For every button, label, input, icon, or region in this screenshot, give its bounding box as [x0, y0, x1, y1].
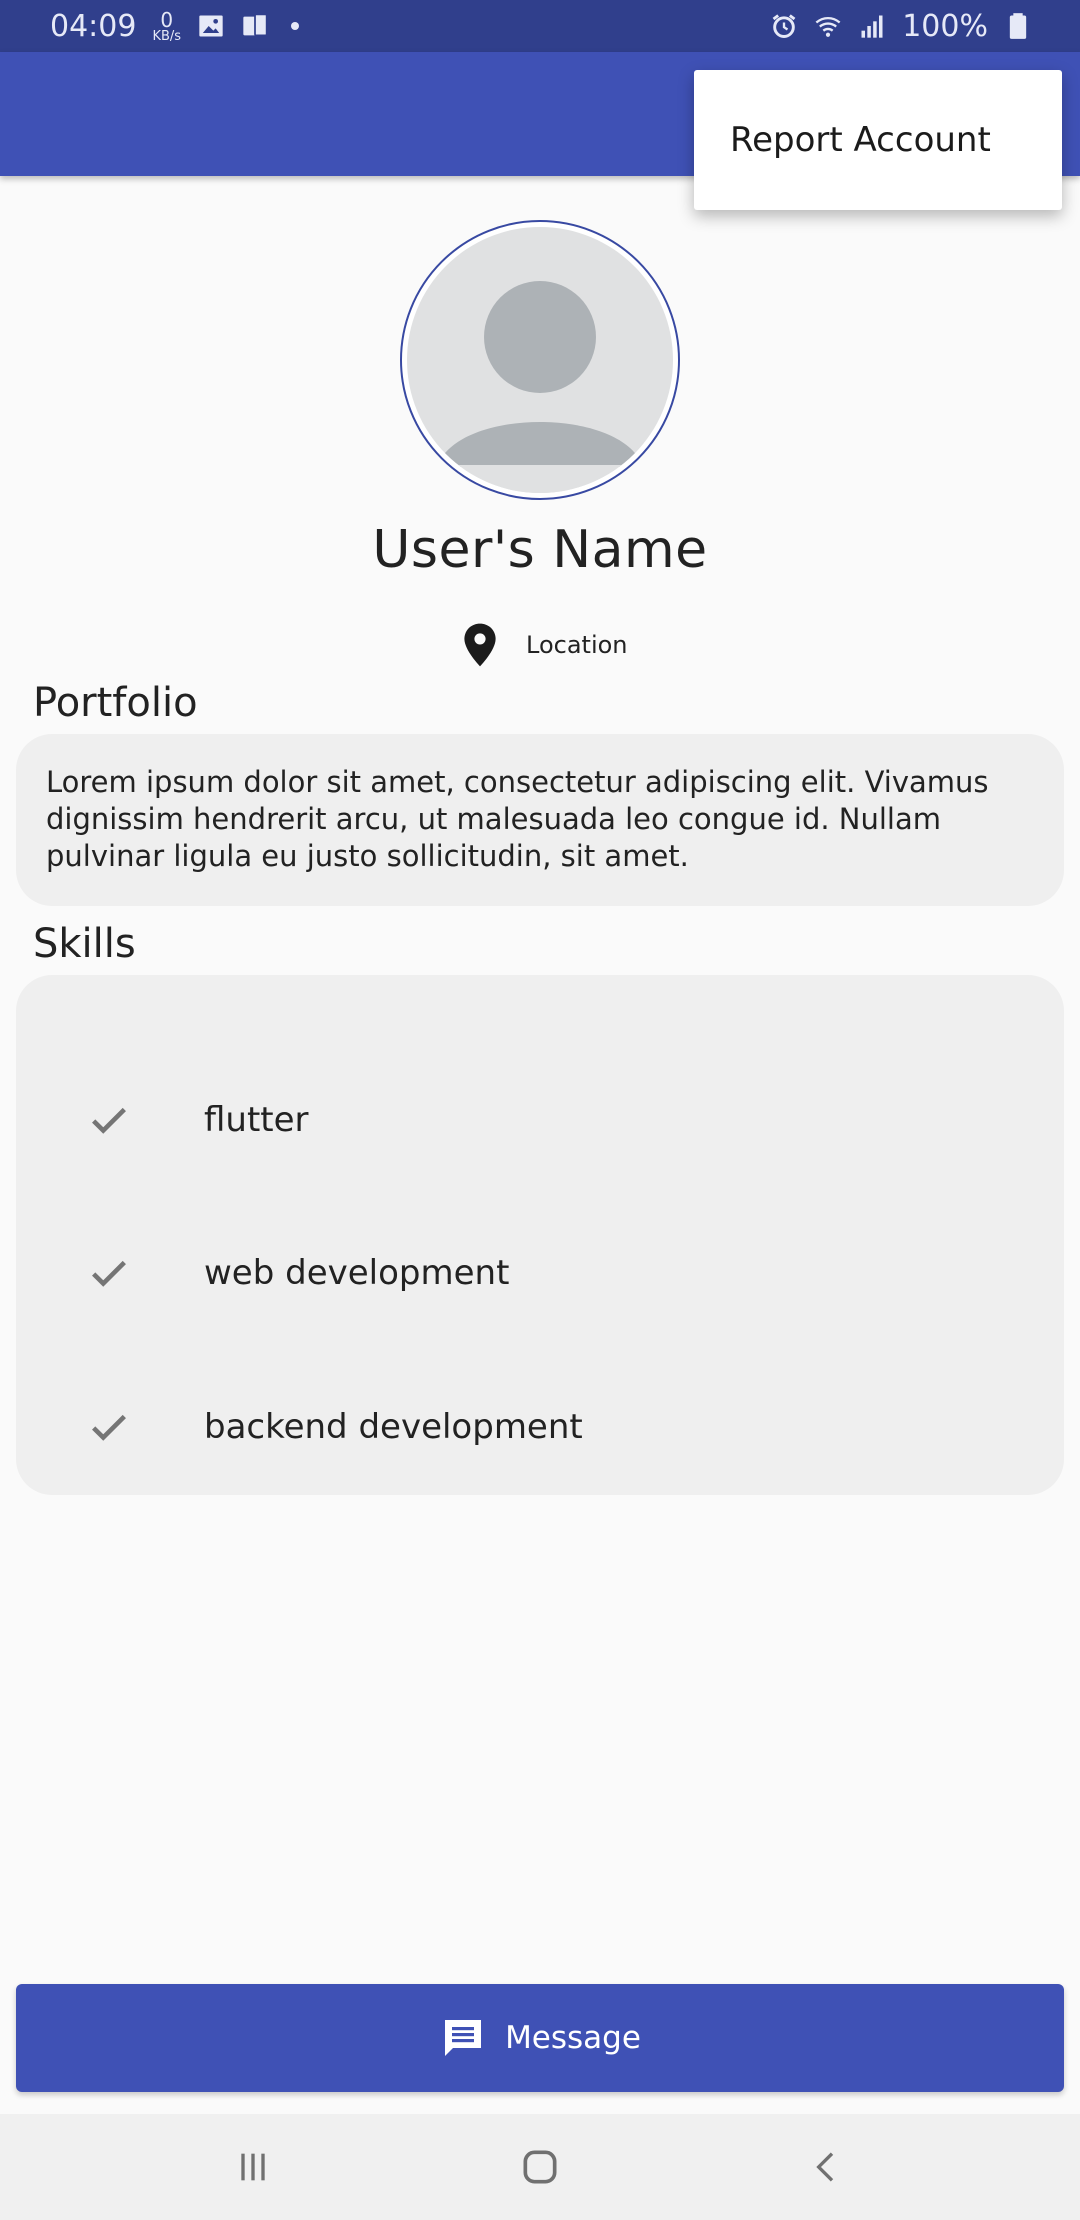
gallery-icon [199, 15, 223, 37]
net-speed-indicator: 0 KB/s [152, 10, 181, 43]
check-icon [92, 1260, 126, 1287]
status-left: 04:09 0 KB/s [50, 8, 300, 44]
skill-item: backend development [16, 1387, 1064, 1467]
skill-label: flutter [204, 1100, 309, 1140]
recent-apps-icon [241, 2153, 265, 2181]
battery-icon [1009, 13, 1027, 39]
skill-label: backend development [204, 1407, 583, 1447]
portfolio-text: Lorem ipsum dolor sit amet, consectetur … [46, 765, 989, 873]
net-speed-unit: KB/s [152, 28, 182, 44]
location-row: Location [460, 620, 628, 670]
wifi-icon [815, 16, 841, 37]
back-icon [815, 2152, 833, 2182]
location-text: Location [526, 631, 628, 659]
skill-item: web development [16, 1233, 1064, 1313]
skill-item: flutter [16, 1080, 1064, 1160]
system-nav-bar [0, 2114, 1080, 2220]
signal-icon [861, 15, 883, 38]
user-name: User's Name [372, 520, 708, 580]
home-icon [523, 2150, 557, 2184]
person-icon [437, 281, 643, 493]
report-account-menu-item[interactable]: Report Account [730, 120, 991, 160]
status-bar: 04:09 0 KB/s 100% [0, 0, 1080, 52]
avatar-placeholder [407, 227, 673, 493]
notification-dot-icon [291, 22, 300, 30]
battery-percent: 100% [902, 8, 988, 44]
portfolio-card: Lorem ipsum dolor sit amet, consectetur … [16, 734, 1064, 906]
recent-apps-button[interactable] [223, 2137, 283, 2197]
skill-label: web development [204, 1253, 510, 1293]
status-time: 04:09 [50, 8, 137, 44]
skills-title: Skills [33, 921, 136, 967]
back-button[interactable] [797, 2137, 857, 2197]
avatar [400, 220, 680, 500]
net-speed-value: 0 [160, 7, 174, 32]
alarm-icon [772, 14, 796, 38]
skills-card: flutter web development backend developm… [16, 975, 1064, 1495]
portfolio-title: Portfolio [33, 680, 198, 726]
screen-share-icon [243, 13, 268, 37]
message-button-label: Message [505, 2020, 641, 2056]
status-right: 100% [770, 9, 1032, 44]
location-pin-icon [464, 623, 496, 667]
overflow-menu: Report Account [694, 70, 1062, 210]
check-icon [92, 1414, 126, 1441]
chat-bubble-icon [445, 2020, 482, 2056]
home-button[interactable] [510, 2137, 570, 2197]
check-icon [92, 1107, 126, 1134]
message-button[interactable]: Message [16, 1984, 1064, 2092]
